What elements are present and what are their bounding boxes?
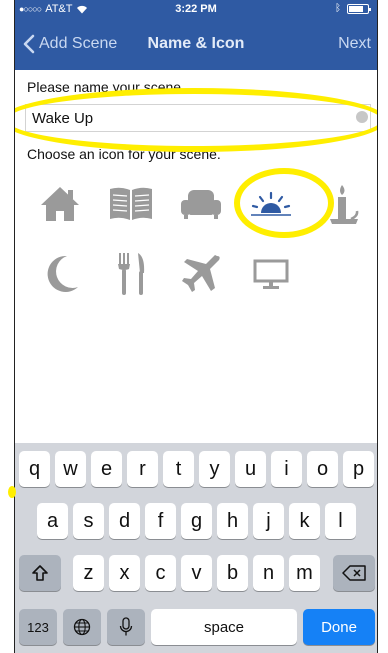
delete-key[interactable]: [333, 555, 375, 591]
fork-knife-icon[interactable]: [105, 248, 157, 300]
key-t[interactable]: t: [163, 451, 194, 487]
battery-icon: [347, 3, 371, 14]
key-z[interactable]: z: [73, 555, 104, 591]
highlight-marker: [8, 486, 16, 498]
space-key[interactable]: space: [151, 609, 297, 645]
key-w[interactable]: w: [55, 451, 86, 487]
header: ●○○○○ AT&T 3:22 PM ᛒ Add Scene Name & Ic…: [15, 0, 377, 70]
monitor-icon[interactable]: [245, 248, 297, 300]
house-icon[interactable]: [34, 178, 86, 230]
key-d[interactable]: d: [109, 503, 140, 539]
airplane-icon[interactable]: [175, 248, 227, 300]
key-n[interactable]: n: [253, 555, 284, 591]
nav-bar: Add Scene Name & Icon Next: [15, 26, 377, 66]
back-label: Add Scene: [39, 35, 118, 52]
shift-icon: [32, 565, 48, 581]
scene-name-field[interactable]: [25, 104, 371, 132]
key-x[interactable]: x: [109, 555, 140, 591]
sunrise-icon[interactable]: [245, 178, 297, 230]
status-right: ᛒ: [335, 3, 371, 14]
numbers-key[interactable]: 123: [19, 609, 57, 645]
status-time: 3:22 PM: [175, 3, 217, 15]
bluetooth-icon: ᛒ: [335, 3, 341, 14]
key-i[interactable]: i: [271, 451, 302, 487]
key-o[interactable]: o: [307, 451, 338, 487]
key-s[interactable]: s: [73, 503, 104, 539]
book-icon[interactable]: [105, 178, 157, 230]
key-f[interactable]: f: [145, 503, 176, 539]
key-r[interactable]: r: [127, 451, 158, 487]
key-k[interactable]: k: [289, 503, 320, 539]
microphone-icon: [119, 617, 133, 636]
key-j[interactable]: j: [253, 503, 284, 539]
scene-name-input[interactable]: [32, 108, 332, 128]
key-e[interactable]: e: [91, 451, 122, 487]
key-m[interactable]: m: [289, 555, 320, 591]
chevron-left-icon: [23, 34, 35, 54]
globe-key[interactable]: [63, 609, 101, 645]
scene-name-label: Please name your scene: [27, 79, 182, 95]
candle-icon[interactable]: [318, 178, 370, 230]
key-g[interactable]: g: [181, 503, 212, 539]
done-key[interactable]: Done: [303, 609, 375, 645]
key-c[interactable]: c: [145, 555, 176, 591]
microphone-key[interactable]: [107, 609, 145, 645]
key-l[interactable]: l: [325, 503, 356, 539]
back-button[interactable]: Add Scene: [23, 34, 117, 54]
clear-text-icon[interactable]: [356, 111, 368, 123]
key-p[interactable]: p: [343, 451, 374, 487]
armchair-icon[interactable]: [175, 178, 227, 230]
icon-picker-label: Choose an icon for your scene.: [27, 146, 221, 162]
next-button[interactable]: Next: [338, 35, 371, 53]
key-h[interactable]: h: [217, 503, 248, 539]
key-q[interactable]: q: [19, 451, 50, 487]
keyboard: qwertyuiop asdfghjkl zxcvbnm 123 space D…: [15, 443, 377, 653]
moon-icon[interactable]: [35, 248, 87, 300]
key-v[interactable]: v: [181, 555, 212, 591]
key-b[interactable]: b: [217, 555, 248, 591]
key-u[interactable]: u: [235, 451, 266, 487]
key-y[interactable]: y: [199, 451, 230, 487]
phone-screen: ●○○○○ AT&T 3:22 PM ᛒ Add Scene Name & Ic…: [14, 0, 378, 653]
globe-icon: [73, 618, 91, 636]
key-a[interactable]: a: [37, 503, 68, 539]
backspace-icon: [342, 565, 366, 581]
status-bar: ●○○○○ AT&T 3:22 PM ᛒ: [15, 0, 377, 20]
shift-key[interactable]: [19, 555, 61, 591]
